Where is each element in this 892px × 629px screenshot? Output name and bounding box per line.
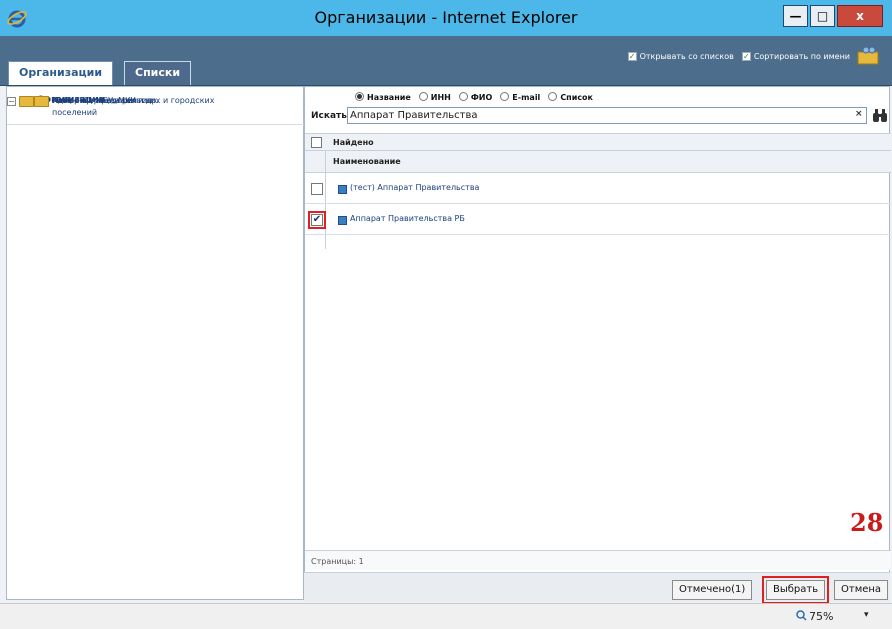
radio-label: ФИО <box>470 93 493 102</box>
table-row[interactable]: (тест) Аппарат Правительства <box>305 174 891 204</box>
view-options: ✓ Открывать со списков ✓ Сортировать по им… <box>627 48 850 64</box>
pagination: Страницы: 1 <box>305 550 891 570</box>
radio-email[interactable]: E-mail <box>500 92 540 102</box>
cancel-button[interactable]: Отмена <box>834 580 889 600</box>
column-header-row: Наименование <box>305 151 891 173</box>
zoom-level[interactable]: 75% <box>796 610 833 623</box>
zoom-value: 75% <box>809 610 834 623</box>
radio-inn[interactable]: ИНН <box>418 92 451 102</box>
name-column-header[interactable]: Наименование <box>333 157 401 166</box>
row-name[interactable]: Аппарат Правительства РБ <box>350 214 465 223</box>
window-title: Организации - Internet Explorer <box>314 8 578 27</box>
window-titlebar: Организации - Internet Explorer — □ x <box>0 0 892 36</box>
step-annotation: 28 <box>850 508 884 537</box>
sort-by-name-label: Сортировать по имени <box>753 51 850 61</box>
radio-selected-icon[interactable] <box>355 92 364 101</box>
row-checkbox[interactable] <box>311 183 323 195</box>
radio-label: ИНН <box>430 93 451 102</box>
marked-count-button[interactable]: Отмечено(1) <box>672 580 753 600</box>
organization-tree: − Организации Администрации сельских и г… <box>7 87 620 125</box>
open-from-lists-option[interactable]: ✓ Открывать со списков <box>627 51 734 61</box>
organization-icon <box>338 216 347 225</box>
minimize-button[interactable]: — <box>783 5 808 27</box>
radio-name[interactable]: Название <box>355 92 411 102</box>
radio-label: Название <box>367 93 411 102</box>
tab-organizations[interactable]: Организации <box>8 61 114 85</box>
checkbox-checked-icon[interactable]: ✓ <box>627 51 637 61</box>
radio-icon[interactable] <box>418 92 428 101</box>
search-results-panel: Название ИНН ФИО E-mail Список Искать: А… <box>304 86 891 600</box>
radio-fio[interactable]: ФИО <box>458 92 493 102</box>
maximize-button[interactable]: □ <box>810 5 835 27</box>
collapse-toggle-icon[interactable]: − <box>7 97 16 106</box>
zoom-dropdown-icon[interactable]: ▾ <box>864 610 869 620</box>
search-label: Искать: <box>311 111 351 121</box>
magnifier-icon <box>796 610 807 621</box>
open-from-lists-label: Открывать со списков <box>639 51 734 61</box>
tab-lists[interactable]: Списки <box>124 61 192 85</box>
status-bar: 75% ▾ <box>0 603 892 629</box>
table-row[interactable]: ✔ Аппарат Правительства РБ <box>305 205 891 235</box>
found-header-row: Найдено <box>305 133 891 151</box>
action-bar: Отмечено(1) Выбрать Отмена <box>304 572 890 604</box>
organization-tree-panel: − Организации Администрации сельских и г… <box>6 86 620 600</box>
folder-icon <box>19 96 34 107</box>
search-mode-radios: Название ИНН ФИО E-mail Список <box>355 92 593 102</box>
radio-icon[interactable] <box>548 92 558 101</box>
users-folder-icon[interactable] <box>857 45 881 65</box>
close-button[interactable]: x <box>837 5 883 27</box>
radio-icon[interactable] <box>458 92 468 101</box>
radio-label: E-mail <box>512 93 541 102</box>
tree-item-label[interactable]: Новые организации <box>52 95 136 107</box>
found-header: Найдено <box>333 138 374 147</box>
radio-icon[interactable] <box>500 92 510 101</box>
search-input[interactable]: Аппарат Правительства <box>347 107 867 124</box>
clear-search-icon[interactable]: × <box>855 109 863 119</box>
select-all-checkbox[interactable] <box>311 137 322 148</box>
row-name[interactable]: (тест) Аппарат Правительства <box>350 183 479 192</box>
sort-by-name-option[interactable]: ✓ Сортировать по имени <box>741 51 850 61</box>
header-toolbar: Организации Списки ✓ Открывать со списков… <box>0 36 892 86</box>
radio-label: Список <box>560 93 593 102</box>
checkbox-checked-icon[interactable]: ✓ <box>741 51 751 61</box>
organization-icon <box>338 185 347 194</box>
row-checkbox-highlighted[interactable]: ✔ <box>308 211 326 229</box>
binoculars-search-icon[interactable] <box>872 108 888 123</box>
radio-list[interactable]: Список <box>548 92 593 102</box>
folder-icon <box>34 96 49 107</box>
choose-button[interactable]: Выбрать <box>761 576 830 604</box>
